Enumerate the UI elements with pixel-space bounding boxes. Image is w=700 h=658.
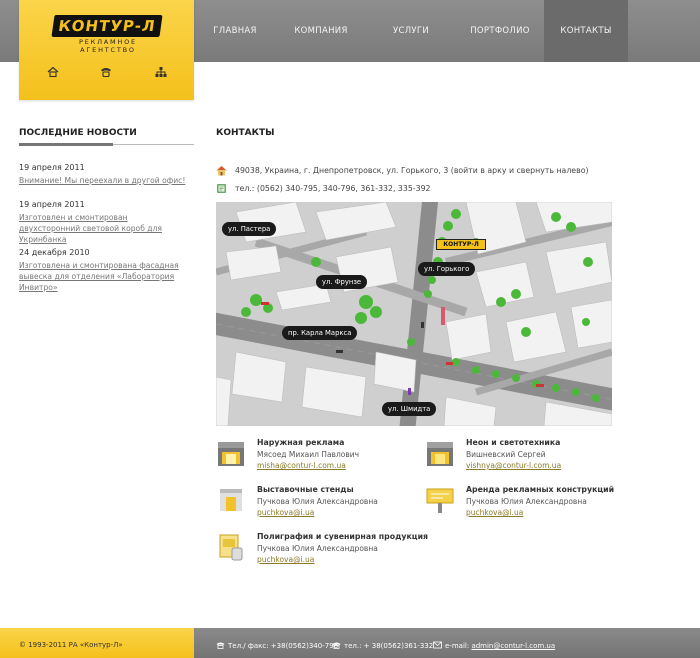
nav-contacts[interactable]: КОНТАКТЫ [544,0,628,62]
service-title: Аренда рекламных конструкций [466,485,615,494]
service-email[interactable]: puchkova@i.ua [257,555,314,564]
service-contact: Пучкова Юлия Александровна [257,497,378,506]
service-email[interactable]: puchkova@i.ua [257,508,314,517]
street-label: ул. Горького [418,262,476,276]
footer-email: e-mail: admin@contur-l.com.ua [433,641,555,650]
street-label: пр. Карла Маркса [282,326,358,340]
sitemap-icon[interactable] [155,66,167,78]
street-label: ул. Фрунзе [316,275,368,289]
phone-text: тел.: (0562) 340-795, 340-796, 361-332, … [235,184,431,193]
news-heading-underline [19,143,113,146]
quick-icons [19,66,194,82]
service-card: Выставочные стенды Пучкова Юлия Александ… [216,485,416,525]
news-date: 19 апреля 2011 [19,163,85,172]
service-contact: Пучкова Юлия Александровна [257,544,378,553]
news-date: 19 апреля 2011 [19,200,85,209]
nav-home[interactable]: ГЛАВНАЯ [194,0,276,62]
footer-phone-text: тел.: + 38(0562)361-332 [344,642,434,650]
divider [113,144,194,145]
news-item: 19 апреля 2011 Изготовлен и смонтирован … [19,200,179,245]
copyright: © 1993-2011 РА «Контур-Л» [19,641,123,649]
phone-book-icon [216,183,227,194]
storefront-icon [216,438,246,468]
footer-email-label: e-mail: [445,642,470,650]
exhibition-stand-icon [216,485,246,515]
news-date: 24 декабря 2010 [19,248,90,257]
service-contact: Вишневский Сергей [466,450,546,459]
service-title: Выставочные стенды [257,485,354,494]
footer-fax: Тел./ факс: +38(0562)340-796 [216,641,338,650]
service-email[interactable]: vishnya@contur-l.com.ua [466,461,561,470]
phone-icon[interactable] [100,66,112,78]
street-label: ул. Шмидта [382,402,437,416]
service-card: Аренда рекламных конструкций Пучкова Юли… [425,485,625,525]
service-title: Наружная реклама [257,438,345,447]
nav-portfolio[interactable]: ПОРТФОЛИО [456,0,544,62]
street-label: ул. Пастера [222,222,277,236]
service-title: Полиграфия и сувенирная продукция [257,532,429,541]
footer-email-link[interactable]: admin@contur-l.com.ua [471,642,555,650]
footer-phone: тел.: + 38(0562)361-332 [332,641,433,650]
service-card: Неон и светотехника Вишневский Сергей vi… [425,438,625,478]
service-card: Полиграфия и сувенирная продукция Пучков… [216,532,428,572]
logo[interactable]: КОНТУР-Л [51,15,163,37]
service-title: Неон и светотехника [466,438,561,447]
page-title: КОНТАКТЫ [216,128,275,138]
news-link[interactable]: Изготовлена и смонтирована фасадная выве… [19,260,197,293]
nav-services[interactable]: УСЛУГИ [366,0,456,62]
printing-icon [216,532,246,562]
service-contact: Мясоед Михаил Павлович [257,450,360,459]
location-map[interactable]: КОНТУР-Л ул. Пастера ул. Фрунзе ул. Горь… [216,202,612,426]
logo-panel: КОНТУР-Л РЕКЛАМНОЕ АГЕНТСТВО [19,0,194,100]
news-item: 19 апреля 2011 Внимание! Мы переехали в … [19,163,199,186]
news-item: 24 декабря 2010 Изготовлена и смонтирова… [19,248,197,293]
service-email[interactable]: misha@contur-l.com.ua [257,461,346,470]
logo-text: КОНТУР-Л [57,17,157,35]
logo-subtitle: РЕКЛАМНОЕ АГЕНТСТВО [79,38,137,54]
service-card: Наружная реклама Мясоед Михаил Павлович … [216,438,416,478]
address-text: 49038, Украина, г. Днепропетровск, ул. Г… [235,166,589,175]
office-marker[interactable]: КОНТУР-Л [436,239,486,250]
news-link[interactable]: Изготовлен и смонтирован двухсторонний с… [19,212,179,245]
service-email[interactable]: puchkova@i.ua [466,508,523,517]
news-heading: ПОСЛЕДНИЕ НОВОСТИ [19,128,137,138]
news-link[interactable]: Внимание! Мы переехали в другой офис! [19,175,199,186]
nav-company[interactable]: КОМПАНИЯ [276,0,366,62]
main-nav: ГЛАВНАЯ КОМПАНИЯ УСЛУГИ ПОРТФОЛИО КОНТАК… [194,0,700,62]
fax-icon [216,641,225,649]
neon-storefront-icon [425,438,455,468]
home-icon[interactable] [47,66,59,78]
mail-icon [433,641,442,649]
footer-fax-text: Тел./ факс: +38(0562)340-796 [228,642,339,650]
service-contact: Пучкова Юлия Александровна [466,497,587,506]
house-icon [216,165,227,176]
phone-icon [332,641,341,649]
billboard-icon [425,485,455,515]
map-illustration [216,202,612,426]
